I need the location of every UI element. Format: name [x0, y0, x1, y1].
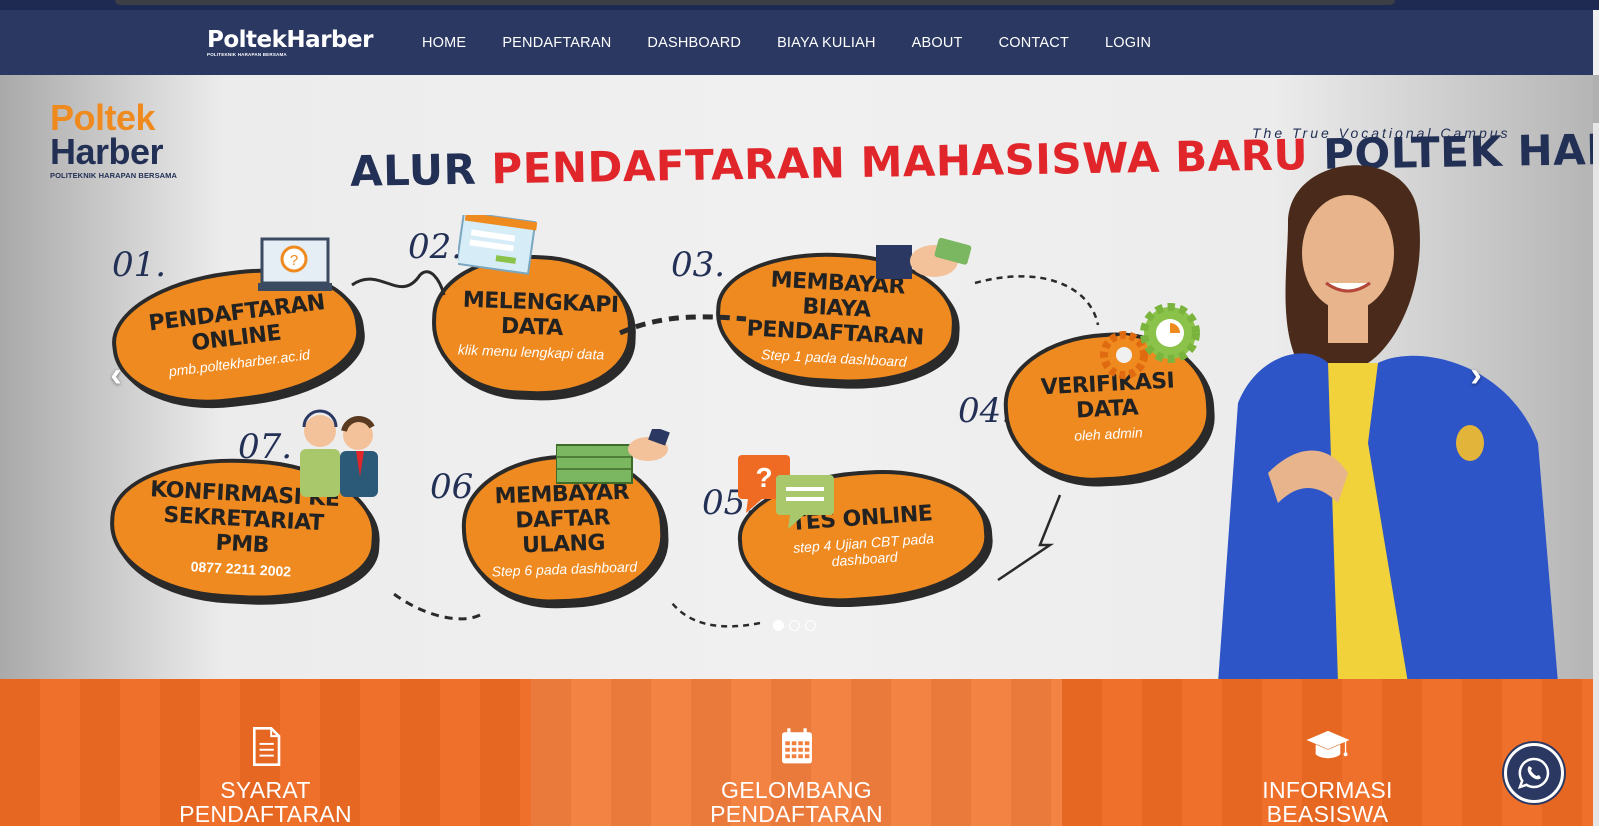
student-photo [1218, 165, 1558, 679]
browser-chrome [0, 0, 1599, 10]
graduation-cap-icon [1306, 730, 1349, 759]
feature-tiles: SYARAT PENDAFTARAN GELOMBANG PENDAFTARAN [0, 679, 1593, 826]
whatsapp-icon [1517, 757, 1550, 790]
carousel-indicator-1[interactable] [773, 620, 784, 631]
arrow-1-2 [351, 270, 446, 296]
arrow-2-3 [618, 314, 747, 336]
carousel-next-button[interactable]: › [1456, 355, 1496, 395]
laptop-search-icon: ? [258, 237, 332, 291]
nav-dashboard[interactable]: DASHBOARD [629, 35, 759, 51]
hero-carousel: Poltek Harber POLITEKNIK HARAPAN BERSAMA… [0, 75, 1593, 679]
feature-label-line-1: SYARAT [220, 777, 311, 803]
carousel-indicator-3[interactable] [805, 620, 816, 631]
calendar-icon [781, 728, 812, 764]
svg-text:?: ? [290, 252, 298, 269]
svg-text:?: ? [755, 462, 772, 493]
form-window-icon [458, 215, 538, 275]
nav-biaya-kuliah[interactable]: BIAYA KULIAH [759, 35, 894, 51]
scrollbar-thumb[interactable] [1593, 75, 1599, 123]
feature-label-line-2: PENDAFTARAN [710, 801, 883, 826]
payment-hand-icon [876, 237, 972, 279]
scrollbar-track[interactable] [1593, 75, 1599, 826]
brand-name: PoltekHarber [207, 27, 373, 53]
carousel-prev-button[interactable]: ‹ [96, 355, 136, 395]
arrow-6-7 [389, 589, 481, 621]
feature-label-line-1: GELOMBANG [721, 777, 872, 803]
feature-syarat-pendaftaran[interactable]: SYARAT PENDAFTARAN [0, 679, 531, 826]
support-staff-icon [300, 409, 378, 497]
flow-arrows [351, 270, 1100, 628]
money-stack-icon [556, 429, 670, 484]
top-navbar: PoltekHarber POLITEKNIK HARAPAN BERSAMA … [0, 10, 1593, 75]
arrow-4-5 [997, 494, 1062, 582]
feature-label: SYARAT PENDAFTARAN [179, 778, 352, 826]
arrow-5-6 [671, 602, 761, 628]
nav-contact[interactable]: CONTACT [981, 35, 1087, 51]
carousel-indicator-2[interactable] [789, 620, 800, 631]
chat-question-icon: ? [738, 455, 834, 529]
feature-label-line-1: INFORMASI [1262, 777, 1393, 803]
feature-label-line-2: BEASISWA [1266, 801, 1389, 826]
nav-menu: HOME PENDAFTARAN DASHBOARD BIAYA KULIAH … [404, 10, 1169, 75]
nav-login[interactable]: LOGIN [1087, 35, 1169, 51]
brand-logo[interactable]: PoltekHarber POLITEKNIK HARAPAN BERSAMA [207, 27, 373, 57]
browser-tab-strip [115, 0, 1395, 5]
whatsapp-button[interactable] [1504, 743, 1564, 803]
feature-label: GELOMBANG PENDAFTARAN [710, 778, 883, 826]
gears-icon [1100, 303, 1200, 379]
feature-label: INFORMASI BEASISWA [1262, 778, 1392, 826]
arrow-3-4 [974, 275, 1100, 326]
carousel-indicators [773, 620, 816, 631]
nav-about[interactable]: ABOUT [894, 35, 981, 51]
nav-pendaftaran[interactable]: PENDAFTARAN [484, 35, 629, 51]
nav-home[interactable]: HOME [404, 35, 484, 51]
feature-label-line-2: PENDAFTARAN [179, 801, 352, 826]
feature-gelombang-pendaftaran[interactable]: GELOMBANG PENDAFTARAN [531, 679, 1062, 826]
document-icon [252, 727, 280, 766]
